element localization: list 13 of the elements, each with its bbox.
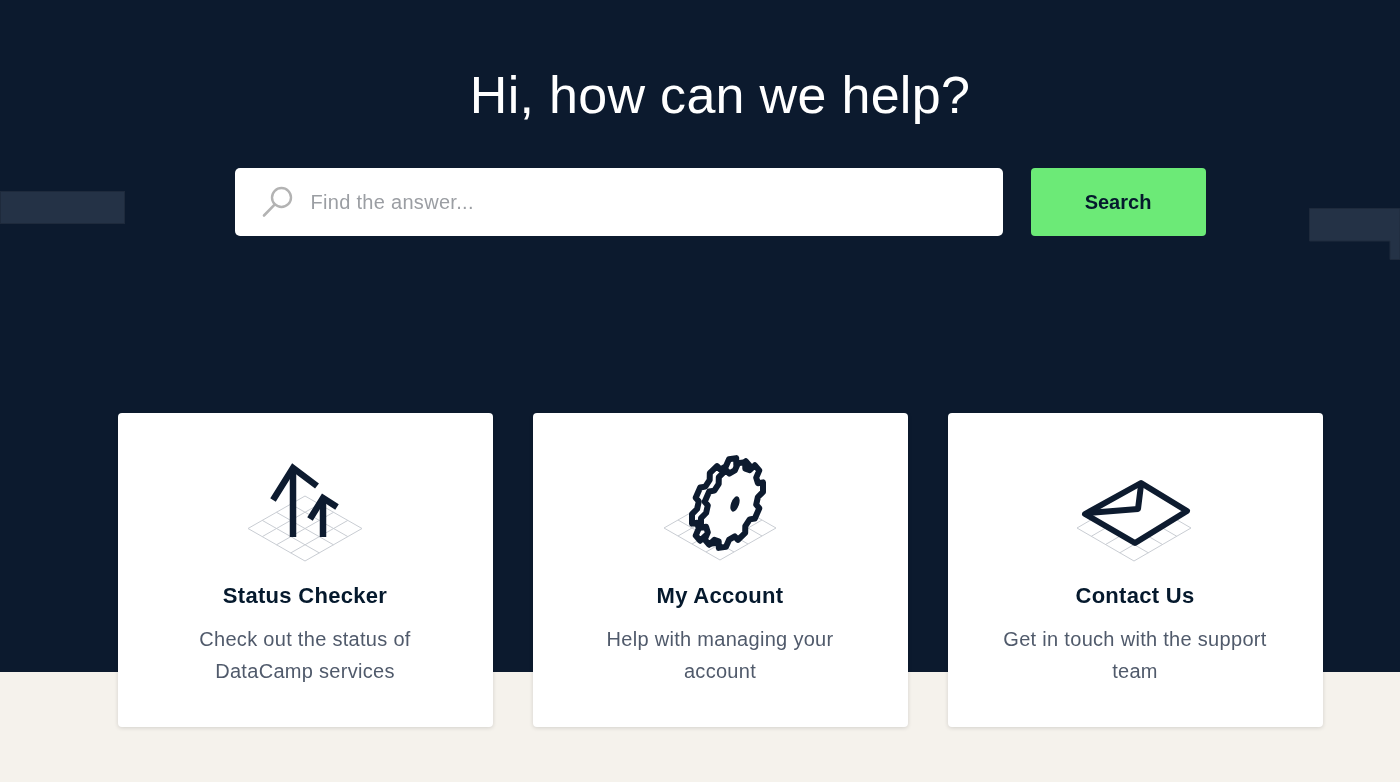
card-title: Contact Us	[1075, 582, 1195, 610]
page-heading: Hi, how can we help?	[469, 65, 971, 126]
search-button[interactable]: Search	[1030, 168, 1206, 236]
card-title: My Account	[656, 582, 784, 610]
card-description: Get in touch with the support team	[1003, 627, 1267, 684]
help-card[interactable]: My Account Help with managing your account	[532, 413, 908, 727]
card-description: Help with managing your account	[606, 627, 834, 684]
card-title: Status Checker	[222, 582, 388, 610]
help-card[interactable]: Contact Us Get in touch with the support team	[947, 413, 1323, 727]
help-card[interactable]: Status Checker Check out the status of DataCamp services	[117, 413, 493, 727]
card-description: Check out the status of DataCamp services	[199, 627, 411, 684]
search-field[interactable]: Find the answer...	[234, 168, 1003, 236]
search-icon	[261, 186, 293, 218]
